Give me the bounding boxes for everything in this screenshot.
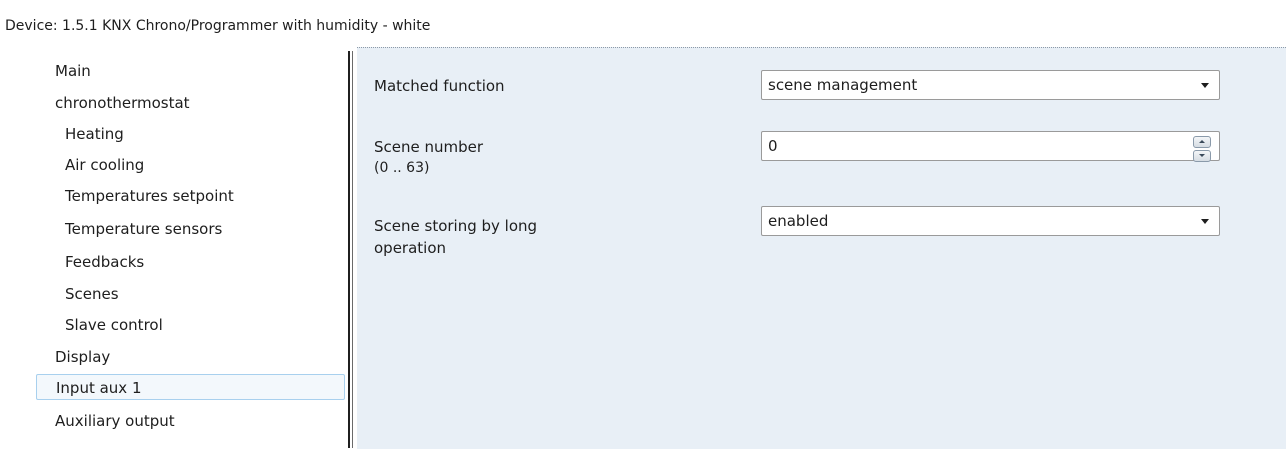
sidebar-item-air-cooling[interactable]: Air cooling bbox=[65, 152, 144, 178]
scene-number-spinner[interactable]: 0 bbox=[761, 131, 1220, 162]
sidebar-item-display[interactable]: Display bbox=[55, 344, 110, 370]
pane-splitter[interactable] bbox=[347, 51, 355, 448]
scene-storing-label-line2: operation bbox=[374, 239, 447, 257]
title-bar: Device: 1.5.1 KNX Chrono/Programmer with… bbox=[0, 0, 1287, 46]
spin-up-icon[interactable] bbox=[1193, 136, 1211, 148]
sidebar-item-scenes[interactable]: Scenes bbox=[65, 281, 119, 307]
spin-down-icon[interactable] bbox=[1193, 150, 1211, 162]
sidebar-item-feedbacks[interactable]: Feedbacks bbox=[65, 249, 144, 275]
matched-function-dropdown[interactable]: scene management bbox=[761, 70, 1220, 100]
sidebar-item-heating[interactable]: Heating bbox=[65, 121, 124, 147]
parameter-panel: Matched function scene management Scene … bbox=[357, 47, 1286, 449]
scene-storing-value: enabled bbox=[768, 212, 829, 230]
scene-storing-dropdown[interactable]: enabled bbox=[761, 206, 1220, 236]
scene-storing-label-line1: Scene storing by long bbox=[374, 217, 538, 235]
scene-number-value: 0 bbox=[768, 137, 778, 155]
matched-function-label: Matched function bbox=[374, 77, 505, 95]
sidebar-item-input-aux-1[interactable]: Input aux 1 bbox=[36, 374, 345, 400]
splitter-line-inner bbox=[352, 51, 353, 448]
sidebar-item-temperatures-setpoint[interactable]: Temperatures setpoint bbox=[65, 183, 234, 209]
window-title: Device: 1.5.1 KNX Chrono/Programmer with… bbox=[5, 18, 431, 34]
splitter-line bbox=[348, 51, 350, 448]
chevron-down-icon bbox=[1201, 83, 1209, 88]
sidebar-item-temperature-sensors[interactable]: Temperature sensors bbox=[65, 216, 222, 242]
matched-function-value: scene management bbox=[768, 76, 918, 94]
scene-number-range: (0 .. 63) bbox=[374, 160, 430, 176]
sidebar-item-auxiliary-output[interactable]: Auxiliary output bbox=[55, 408, 175, 434]
chevron-down-icon bbox=[1201, 219, 1209, 224]
sidebar-item-main[interactable]: Main bbox=[55, 58, 91, 84]
sidebar-item-slave-control[interactable]: Slave control bbox=[65, 312, 163, 338]
scene-number-label: Scene number bbox=[374, 138, 484, 156]
sidebar: Main chronothermostat Heating Air coolin… bbox=[0, 46, 347, 448]
sidebar-item-chronothermostat[interactable]: chronothermostat bbox=[55, 90, 190, 116]
